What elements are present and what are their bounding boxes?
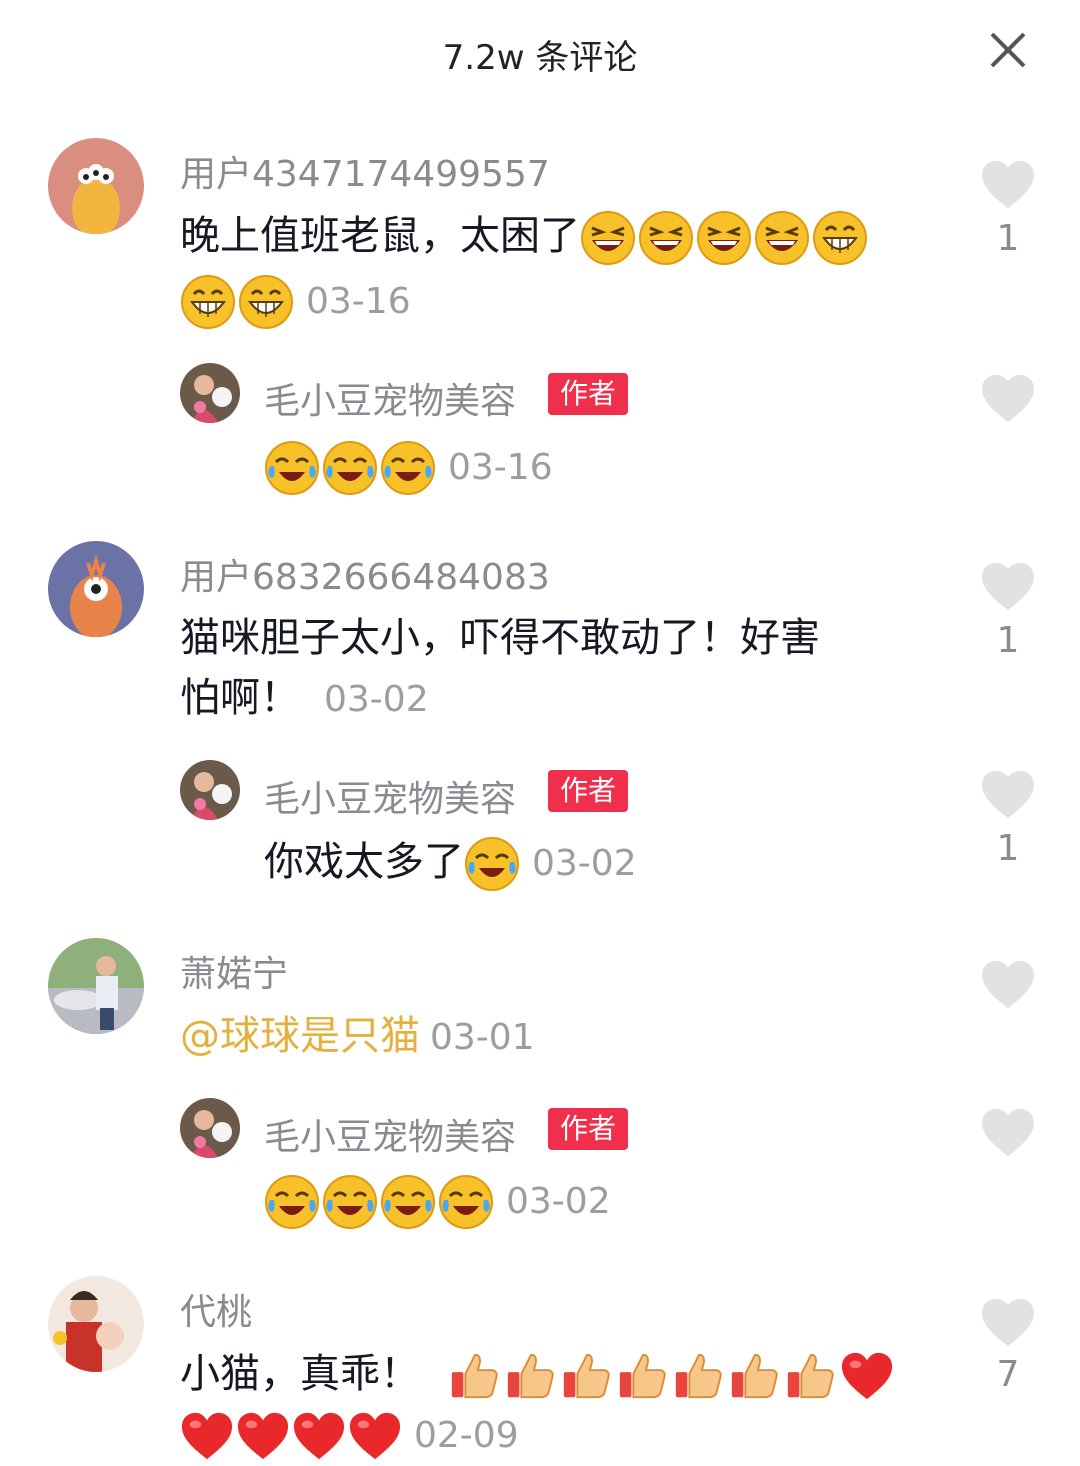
comment-username[interactable]: 用户4347174499557 <box>180 145 550 197</box>
heart-icon <box>980 562 1036 612</box>
tears-of-joy-emoji <box>380 1174 436 1230</box>
avatar[interactable] <box>48 541 144 637</box>
grinning-emoji <box>180 274 236 330</box>
comment-count-title: 7.2w 条评论 <box>442 38 638 78</box>
author-badge: 作者 <box>548 1108 629 1150</box>
comment-body: 小猫，真乖！ <box>180 1351 420 1397</box>
comment-body: 怕啊！ <box>180 675 300 721</box>
comment-date: 03-16 <box>306 281 411 322</box>
laughing-emoji <box>696 210 752 266</box>
reply-date: 03-02 <box>506 1181 611 1222</box>
like-button[interactable] <box>978 562 1038 616</box>
reply-avatar[interactable] <box>180 1098 240 1158</box>
comment-date: 03-02 <box>324 679 429 720</box>
comments-header: 7.2w 条评论 <box>0 0 1080 104</box>
like-button[interactable] <box>978 960 1038 1014</box>
comment-username[interactable]: 代桃 <box>180 1283 252 1335</box>
tears-of-joy-emoji <box>464 836 520 892</box>
thumbs-up-emoji <box>504 1349 558 1403</box>
like-button[interactable] <box>978 1298 1038 1352</box>
mention-link[interactable]: @球球是只猫 <box>180 1013 420 1059</box>
comment-text: 猫咪胆子太小，吓得不敢动了！好害 <box>180 615 820 661</box>
avatar[interactable] <box>48 1276 144 1372</box>
heart-icon <box>980 1298 1036 1348</box>
reply-avatar[interactable] <box>180 363 240 423</box>
avatar[interactable] <box>48 938 144 1034</box>
red-heart-emoji <box>236 1410 290 1462</box>
like-count: 1 <box>996 218 1020 259</box>
red-heart-emoji <box>348 1410 402 1462</box>
grinning-emoji <box>238 274 294 330</box>
reply-date: 03-02 <box>532 843 637 884</box>
laughing-emoji <box>638 210 694 266</box>
comment-date: 02-09 <box>414 1415 519 1456</box>
thumbs-up-emoji <box>560 1349 614 1403</box>
reply-username[interactable]: 毛小豆宠物美容 <box>264 372 516 424</box>
heart-icon <box>980 770 1036 820</box>
reply-text: 你戏太多了 03-02 <box>264 832 637 894</box>
comment-username[interactable]: 用户6832666484083 <box>180 548 550 600</box>
close-button[interactable] <box>984 26 1032 74</box>
reply-text: 03-16 <box>264 436 553 498</box>
comment-text-cont: 怕啊！ 03-02 <box>180 668 429 730</box>
like-count: 7 <box>996 1354 1020 1395</box>
tears-of-joy-emoji <box>322 440 378 496</box>
like-button[interactable] <box>978 160 1038 214</box>
laughing-emoji <box>754 210 810 266</box>
comment-date: 03-01 <box>430 1017 535 1058</box>
thumbs-up-emoji <box>784 1349 838 1403</box>
thumbs-up-emoji <box>728 1349 782 1403</box>
comment-text: @球球是只猫 03-01 <box>180 1006 535 1068</box>
laughing-emoji <box>580 210 636 266</box>
reply-username[interactable]: 毛小豆宠物美容 <box>264 1108 516 1160</box>
heart-icon <box>980 374 1036 424</box>
reply-avatar[interactable] <box>180 760 240 820</box>
comment-text-cont: 02-09 <box>180 1404 519 1466</box>
heart-icon <box>980 1108 1036 1158</box>
avatar[interactable] <box>48 138 144 234</box>
tears-of-joy-emoji <box>264 1174 320 1230</box>
like-button[interactable] <box>978 770 1038 824</box>
comment-username[interactable]: 萧婼宁 <box>180 945 288 997</box>
thumbs-up-emoji <box>672 1349 726 1403</box>
red-heart-emoji <box>840 1350 894 1402</box>
tears-of-joy-emoji <box>380 440 436 496</box>
red-heart-emoji <box>292 1410 346 1462</box>
like-button[interactable] <box>978 1108 1038 1162</box>
tears-of-joy-emoji <box>322 1174 378 1230</box>
tears-of-joy-emoji <box>438 1174 494 1230</box>
thumbs-up-emoji <box>448 1349 502 1403</box>
comment-text: 小猫，真乖！ <box>180 1344 896 1404</box>
reply-date: 03-16 <box>448 447 553 488</box>
heart-icon <box>980 960 1036 1010</box>
red-heart-emoji <box>180 1410 234 1462</box>
author-badge: 作者 <box>548 373 629 415</box>
reply-text: 03-02 <box>264 1170 611 1232</box>
like-count: 1 <box>996 620 1020 661</box>
comment-text: 晚上值班老鼠，太困了 <box>180 206 870 266</box>
like-count: 1 <box>996 828 1020 869</box>
comment-text-cont: 03-16 <box>180 270 411 332</box>
tears-of-joy-emoji <box>264 440 320 496</box>
grinning-emoji <box>812 210 868 266</box>
thumbs-up-emoji <box>616 1349 670 1403</box>
comment-body: 晚上值班老鼠，太困了 <box>180 213 580 259</box>
author-badge: 作者 <box>548 770 629 812</box>
close-icon <box>990 32 1026 68</box>
reply-body: 你戏太多了 <box>264 839 464 885</box>
heart-icon <box>980 160 1036 210</box>
like-button[interactable] <box>978 374 1038 428</box>
reply-username[interactable]: 毛小豆宠物美容 <box>264 770 516 822</box>
